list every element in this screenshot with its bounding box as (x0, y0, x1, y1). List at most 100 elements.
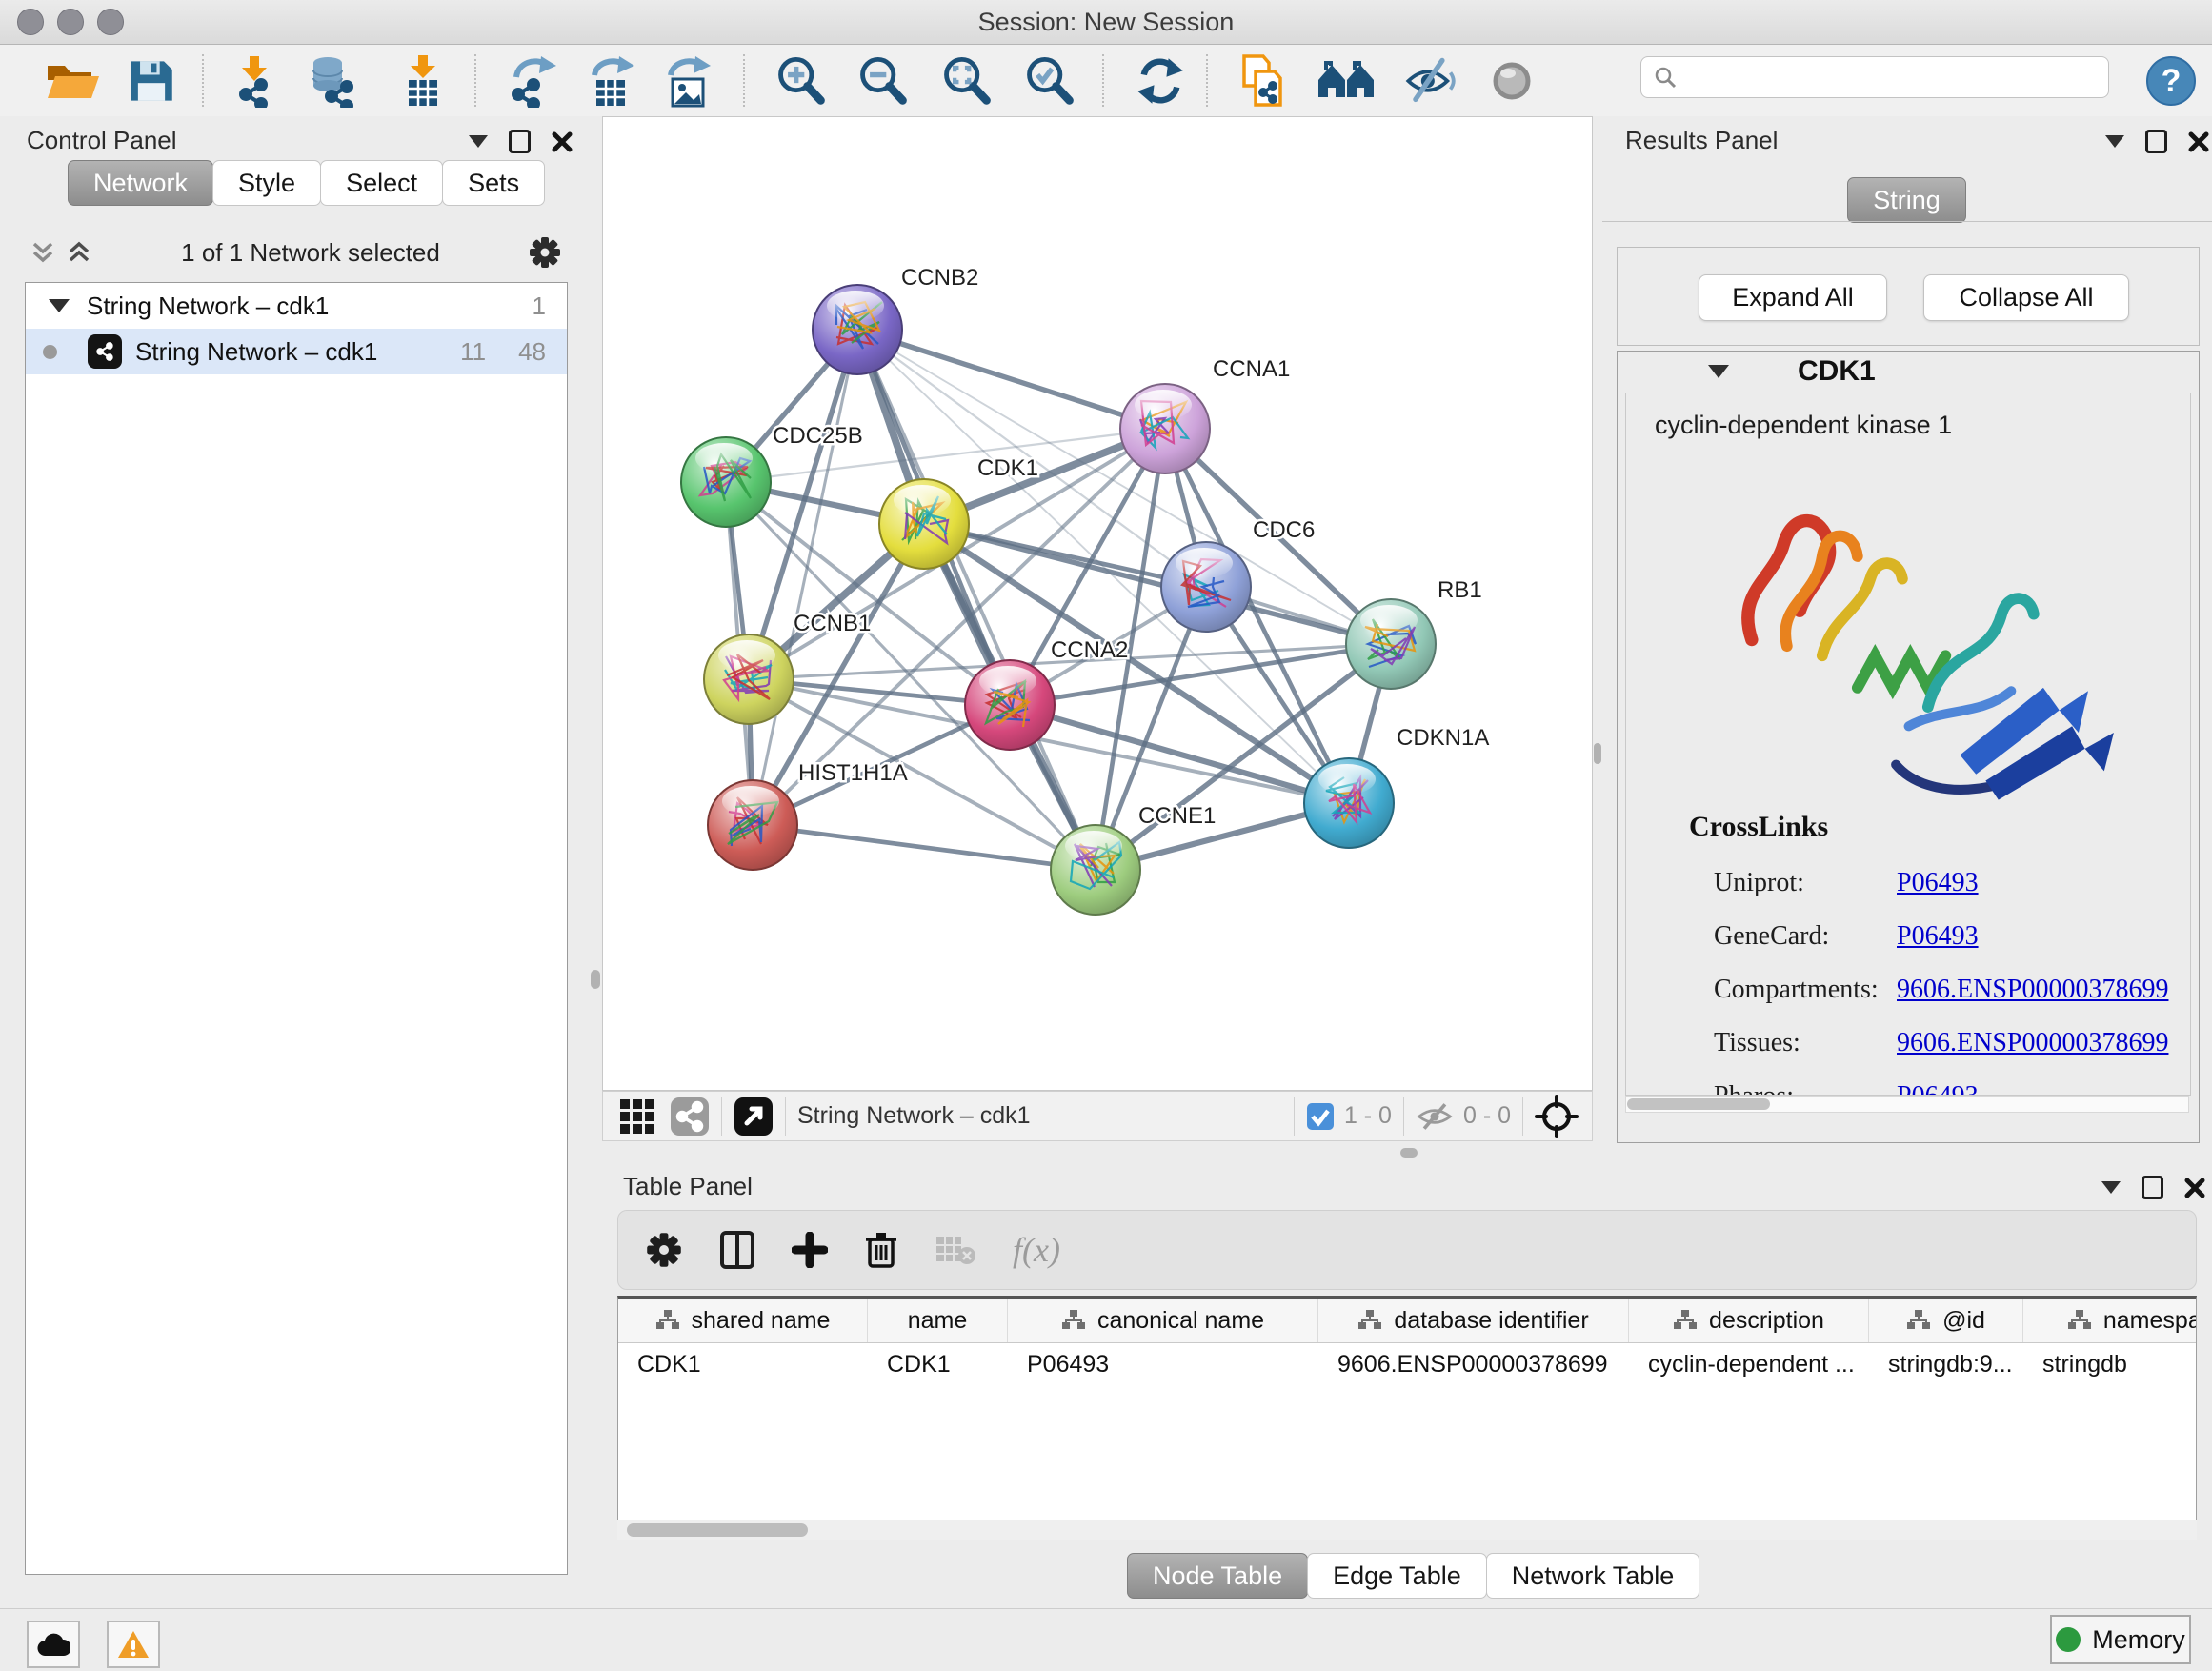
expand-all-chevron-icon[interactable] (65, 238, 93, 267)
network-row[interactable]: String Network – cdk1 11 48 (26, 329, 567, 374)
tab-style[interactable]: Style (212, 160, 321, 206)
crosslink-link[interactable]: P06493 (1897, 921, 1979, 952)
float-panel-icon[interactable] (2142, 1176, 2163, 1199)
delete-column-trash-icon[interactable] (864, 1230, 898, 1270)
open-session-icon[interactable] (44, 58, 101, 104)
zoom-selected-icon[interactable] (1022, 54, 1076, 108)
panel-menu-icon[interactable] (2105, 135, 2124, 148)
memory-button[interactable]: Memory (2050, 1615, 2191, 1664)
table-row[interactable]: CDK1CDK1P064939606.ENSP00000378699cyclin… (618, 1343, 2196, 1385)
network-view-title: String Network – cdk1 (797, 1102, 1031, 1130)
scrollbar-thumb[interactable] (1627, 1098, 1770, 1110)
column-header-shared-name[interactable]: shared name (618, 1299, 868, 1342)
table-cell[interactable]: CDK1 (618, 1343, 868, 1385)
crosslink-link[interactable]: P06493 (1897, 868, 1979, 898)
column-header-label: name (908, 1307, 968, 1335)
column-header--id[interactable]: @id (1869, 1299, 2023, 1342)
open-in-external-icon[interactable] (734, 1097, 774, 1137)
close-panel-icon[interactable] (2184, 1178, 2205, 1198)
birds-eye-grid-icon[interactable] (618, 1097, 656, 1136)
crosslink-link[interactable]: 9606.ENSP00000378699 (1897, 975, 2168, 1005)
column-header-description[interactable]: description (1629, 1299, 1869, 1342)
right-splitter[interactable] (1593, 116, 1602, 1141)
search-field[interactable] (1640, 56, 2109, 98)
panel-menu-icon[interactable] (2101, 1181, 2121, 1194)
gene-disclosure-icon[interactable] (1708, 365, 1729, 378)
selected-checkbox-icon[interactable] (1306, 1102, 1335, 1131)
export-network-icon[interactable] (507, 54, 560, 108)
table-cell[interactable]: stringdb (2023, 1343, 2197, 1385)
results-horizontal-scrollbar[interactable] (1625, 1096, 2189, 1113)
search-input[interactable] (1678, 63, 2081, 92)
network-collection-row[interactable]: String Network – cdk1 1 (26, 283, 567, 329)
network-options-gear-icon[interactable] (528, 235, 562, 270)
home-networks-icon[interactable] (1317, 57, 1376, 105)
table-cell[interactable]: 9606.ENSP00000378699 (1318, 1343, 1629, 1385)
export-image-icon[interactable] (663, 54, 716, 108)
collapse-all-button[interactable]: Collapse All (1923, 274, 2129, 321)
crosslink-link[interactable]: P06493 (1897, 1081, 1979, 1096)
left-splitter[interactable] (589, 116, 602, 1608)
help-button[interactable]: ? (2145, 55, 2197, 107)
copy-network-document-icon[interactable] (1237, 52, 1290, 110)
hide-unhide-eye-icon[interactable] (1402, 54, 1458, 108)
fit-selected-crosshair-icon[interactable] (1535, 1095, 1579, 1138)
network-canvas[interactable]: CCNB2CCNA1CDC25BCDK1CDC6RB1CCNB1CCNA2CDK… (602, 116, 1593, 1091)
table-cell[interactable]: stringdb:9... (1869, 1343, 2023, 1385)
show-columns-icon[interactable] (719, 1230, 755, 1270)
save-session-icon[interactable] (128, 58, 175, 104)
close-panel-icon[interactable] (2188, 131, 2209, 152)
scrollbar-thumb[interactable] (627, 1523, 808, 1537)
tab-string-results[interactable]: String (1847, 177, 1966, 223)
column-header-label: database identifier (1394, 1307, 1588, 1335)
column-header-database-identifier[interactable]: database identifier (1318, 1299, 1629, 1342)
expand-all-button[interactable]: Expand All (1699, 274, 1887, 321)
eye-sphere-icon[interactable] (1486, 55, 1538, 107)
table-options-gear-icon[interactable] (645, 1231, 683, 1269)
window-title: Session: New Session (0, 8, 2212, 37)
crosslink-link[interactable]: 9606.ENSP00000378699 (1897, 1028, 2168, 1058)
tab-sets[interactable]: Sets (442, 160, 545, 206)
cloud-status-button[interactable] (27, 1621, 80, 1668)
panel-menu-icon[interactable] (469, 135, 488, 148)
crosslinks-title: CrossLinks (1689, 811, 1828, 843)
tab-edge-table[interactable]: Edge Table (1307, 1553, 1487, 1599)
zoom-fit-icon[interactable] (939, 54, 993, 108)
create-column-plus-icon[interactable] (792, 1232, 828, 1268)
refresh-icon[interactable] (1134, 54, 1187, 108)
import-network-icon[interactable] (231, 54, 280, 108)
function-builder-icon: f(x) (1013, 1230, 1060, 1270)
zoom-out-icon[interactable] (855, 54, 909, 108)
close-panel-icon[interactable] (552, 131, 573, 152)
application-window: Session: New Session (0, 0, 2212, 1671)
float-panel-icon[interactable] (509, 130, 531, 153)
column-header-label: description (1709, 1307, 1824, 1335)
crosslink-row: Pharos:P06493 (1714, 1070, 2171, 1096)
table-cell[interactable]: cyclin-dependent ... (1629, 1343, 1869, 1385)
warnings-button[interactable] (107, 1621, 160, 1668)
shared-column-icon (1357, 1309, 1382, 1332)
float-panel-icon[interactable] (2145, 130, 2167, 153)
string-share-icon[interactable] (670, 1097, 710, 1137)
horizontal-splitter[interactable] (602, 1141, 2212, 1164)
collection-disclosure-icon[interactable] (49, 299, 70, 312)
collapse-all-chevron-icon[interactable] (29, 238, 57, 267)
table-cell[interactable]: P06493 (1008, 1343, 1318, 1385)
graph-node-label: RB1 (1438, 577, 1482, 603)
table-cell[interactable]: CDK1 (868, 1343, 1008, 1385)
tab-network-table[interactable]: Network Table (1486, 1553, 1700, 1599)
import-database-icon[interactable] (307, 54, 360, 108)
tab-select[interactable]: Select (320, 160, 443, 206)
export-table-icon[interactable] (587, 54, 640, 108)
crosslink-label: Tissues: (1714, 1028, 1897, 1058)
column-header-namespace[interactable]: namespace (2023, 1299, 2197, 1342)
zoom-in-icon[interactable] (774, 54, 827, 108)
tab-node-table[interactable]: Node Table (1127, 1553, 1308, 1599)
tab-network[interactable]: Network (68, 160, 213, 206)
column-header-name[interactable]: name (868, 1299, 1008, 1342)
collection-name: String Network – cdk1 (87, 292, 329, 321)
import-table-icon[interactable] (398, 54, 448, 108)
table-horizontal-scrollbar[interactable] (617, 1520, 2197, 1540)
column-header-canonical-name[interactable]: canonical name (1008, 1299, 1318, 1342)
node-table: shared name name canonical name database id… (617, 1296, 2197, 1520)
